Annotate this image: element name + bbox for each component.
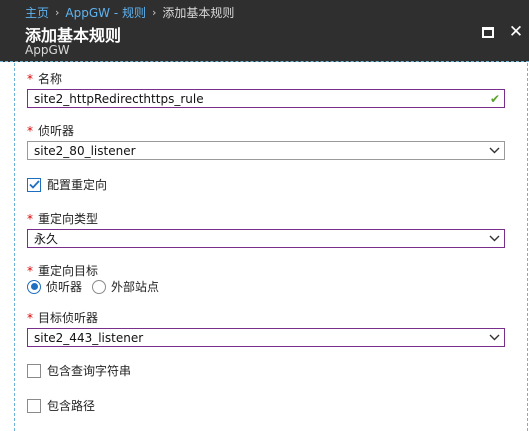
check-icon: ✔ xyxy=(489,91,501,106)
radio-external-site[interactable]: 外部站点 xyxy=(92,278,159,295)
include-query-string-label: 包含查询字符串 xyxy=(47,364,132,378)
radio-button[interactable] xyxy=(92,279,107,294)
required-marker: * xyxy=(27,124,33,138)
include-query-string-checkbox[interactable]: 包含查询字符串 xyxy=(27,362,131,379)
listener-label-text: 侦听器 xyxy=(38,124,75,138)
required-marker: * xyxy=(27,212,33,226)
breadcrumb-home-link[interactable]: 主页 xyxy=(25,4,49,21)
listener-dropdown-value: site2_80_listener xyxy=(34,143,136,158)
radio-listener-label: 侦听器 xyxy=(46,280,83,294)
page-subtitle: AppGW xyxy=(25,43,70,57)
redirect-target-radio-group: 侦听器 外部站点 xyxy=(27,278,169,295)
target-listener-value: site2_443_listener xyxy=(34,330,144,345)
radio-external-site-label: 外部站点 xyxy=(111,280,160,294)
required-marker: * xyxy=(27,264,33,278)
radio-listener[interactable]: 侦听器 xyxy=(27,278,82,295)
checkmark-icon xyxy=(28,180,40,189)
include-path-checkbox[interactable]: 包含路径 xyxy=(27,397,95,414)
listener-label: * 侦听器 xyxy=(27,122,74,139)
name-label: * 名称 xyxy=(27,70,62,87)
listener-dropdown[interactable]: site2_80_listener xyxy=(27,141,505,160)
blade-header: 主页 › AppGW - 规则 › 添加基本规则 添加基本规则 AppGW ✕ xyxy=(0,0,529,62)
name-input[interactable]: site2_httpRedirecthttps_rule ✔ xyxy=(27,89,505,108)
configure-redirect-checkbox[interactable]: 配置重定向 xyxy=(27,176,107,193)
chevron-down-icon xyxy=(484,334,504,341)
blade-edge-right xyxy=(527,63,528,431)
redirect-target-label: * 重定向目标 xyxy=(27,262,98,279)
checkbox-unchecked[interactable] xyxy=(27,363,41,378)
required-marker: * xyxy=(27,72,33,86)
breadcrumb-rules-link[interactable]: AppGW - 规则 xyxy=(65,4,146,21)
breadcrumb-separator: › xyxy=(55,5,60,19)
maximize-icon[interactable] xyxy=(480,24,496,40)
required-marker: * xyxy=(27,311,33,325)
close-icon[interactable]: ✕ xyxy=(508,24,524,41)
radio-button-selected[interactable] xyxy=(27,279,41,294)
checkbox-unchecked[interactable] xyxy=(27,398,41,413)
breadcrumb-current: 添加基本规则 xyxy=(162,5,235,20)
name-input-value: site2_httpRedirecthttps_rule xyxy=(34,91,204,106)
chevron-down-icon xyxy=(484,235,504,242)
redirect-type-dropdown[interactable]: 永久 xyxy=(27,229,505,248)
target-listener-label: * 目标侦听器 xyxy=(27,309,98,326)
blade-edge-left xyxy=(14,63,15,431)
redirect-type-value: 永久 xyxy=(34,232,59,246)
name-label-text: 名称 xyxy=(38,72,63,86)
target-listener-dropdown[interactable]: site2_443_listener xyxy=(27,328,505,347)
breadcrumb: 主页 › AppGW - 规则 › 添加基本规则 xyxy=(25,4,235,21)
checkbox-checked[interactable] xyxy=(27,177,41,192)
redirect-target-label-text: 重定向目标 xyxy=(38,264,99,278)
chevron-down-icon xyxy=(484,147,504,154)
include-path-label: 包含路径 xyxy=(47,399,96,413)
redirect-type-label-text: 重定向类型 xyxy=(38,212,99,226)
target-listener-label-text: 目标侦听器 xyxy=(38,311,99,325)
configure-redirect-label: 配置重定向 xyxy=(47,178,108,192)
redirect-type-label: * 重定向类型 xyxy=(27,210,98,227)
breadcrumb-separator: › xyxy=(152,5,157,19)
